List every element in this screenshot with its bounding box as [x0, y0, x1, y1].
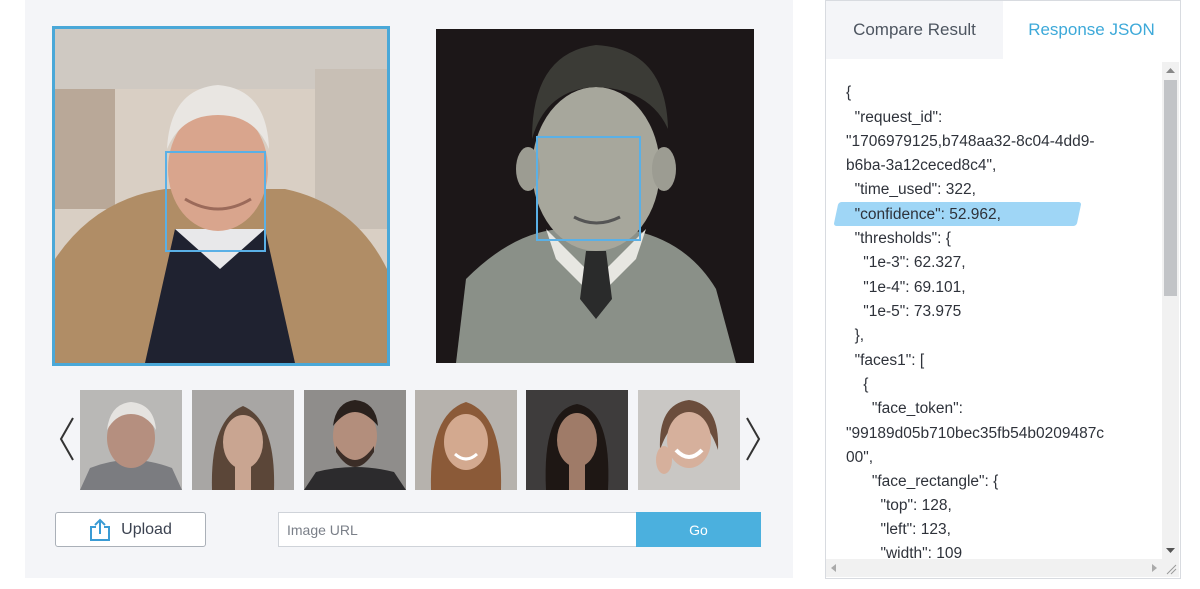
- go-button[interactable]: Go: [636, 512, 761, 547]
- photo-young-boy[interactable]: [436, 29, 754, 363]
- face-rectangle-2: [536, 136, 641, 241]
- scroll-up-icon[interactable]: [1162, 62, 1179, 78]
- json-line: "faces1": [: [846, 352, 925, 369]
- json-line: "width": 109: [846, 545, 963, 559]
- json-horizontal-scrollbar[interactable]: [826, 559, 1162, 577]
- json-line: {: [846, 84, 852, 101]
- face-rectangle-1: [165, 151, 266, 252]
- tab-response-json[interactable]: Response JSON: [1003, 1, 1180, 59]
- json-line: "99189d05b710bec35fb54b0209487c: [846, 425, 1105, 442]
- thumb-girl[interactable]: [415, 390, 517, 490]
- json-line: "1706979125,b748aa32-8c04-4dd9-: [846, 133, 1095, 150]
- thumb-woman-smiling[interactable]: [638, 390, 740, 490]
- json-line: "1e-4": 69.101,: [846, 279, 966, 296]
- thumb-woman-2[interactable]: [526, 390, 628, 490]
- scroll-down-icon[interactable]: [1162, 543, 1179, 559]
- image-url-input[interactable]: [278, 512, 636, 547]
- json-line: "face_rectangle": {: [846, 473, 999, 490]
- json-line: b6ba-3a12ceced8c4",: [846, 157, 997, 174]
- json-scroll-thumb[interactable]: [1164, 80, 1177, 296]
- upload-button[interactable]: Upload: [55, 512, 206, 547]
- json-line: 00",: [846, 449, 874, 466]
- json-line: "left": 123,: [846, 521, 951, 538]
- thumb-man-beard[interactable]: [304, 390, 406, 490]
- json-line: "1e-3": 62.327,: [846, 254, 966, 271]
- json-line: "top": 128,: [846, 497, 952, 514]
- upload-icon: [90, 518, 111, 541]
- result-tabs: Compare Result Response JSON: [826, 1, 1180, 59]
- json-line: "time_used": 322,: [846, 181, 976, 198]
- selected-photo-frame[interactable]: [52, 26, 390, 366]
- resize-grip-icon[interactable]: [1162, 559, 1179, 577]
- json-viewer[interactable]: { "request_id": "1706979125,b748aa32-8c0…: [826, 62, 1164, 559]
- json-line: {: [846, 376, 869, 393]
- tab-compare-result[interactable]: Compare Result: [826, 1, 1003, 59]
- sample-thumbnails: [55, 388, 775, 492]
- json-line: "request_id":: [846, 109, 943, 126]
- json-line: "1e-5": 73.975: [846, 303, 962, 320]
- scroll-right-icon[interactable]: [1146, 559, 1162, 577]
- json-line-confidence: "confidence": 52.962,: [846, 206, 1001, 223]
- thumb-woman-1[interactable]: [192, 390, 294, 490]
- scroll-left-icon[interactable]: [826, 559, 842, 577]
- json-line: "face_token":: [846, 400, 963, 417]
- chevron-right-icon[interactable]: [741, 414, 765, 464]
- json-vertical-scrollbar[interactable]: [1162, 62, 1179, 559]
- json-line: "thresholds": {: [846, 230, 951, 247]
- upload-button-label: Upload: [121, 520, 172, 538]
- thumb-old-man[interactable]: [80, 390, 182, 490]
- chevron-left-icon[interactable]: [55, 414, 79, 464]
- json-line: },: [846, 327, 865, 344]
